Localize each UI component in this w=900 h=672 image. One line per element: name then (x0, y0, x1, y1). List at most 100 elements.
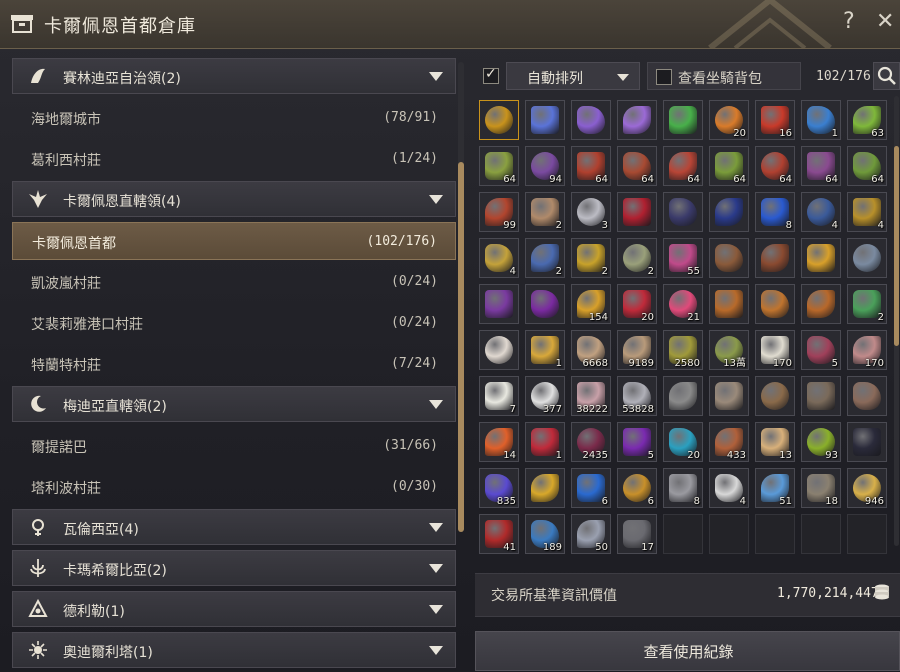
inventory-slot[interactable]: 1 (525, 330, 565, 370)
inventory-slot[interactable]: 94 (525, 146, 565, 186)
help-button[interactable]: ? (843, 9, 855, 34)
region-header[interactable]: 賽林迪亞自治領(2) (12, 58, 456, 94)
inventory-slot[interactable]: 16 (755, 100, 795, 140)
region-header[interactable]: 奧迪爾利塔(1) (12, 632, 456, 668)
inventory-slot[interactable]: 154 (571, 284, 611, 324)
inventory-slot[interactable]: 51 (755, 468, 795, 508)
inventory-slot[interactable]: 4 (479, 238, 519, 278)
town-item[interactable]: 爾提諾巴 (31/66) (12, 427, 456, 465)
inventory-slot[interactable] (801, 284, 841, 324)
region-header[interactable]: 梅迪亞直轄領(2) (12, 386, 456, 422)
usage-history-button[interactable]: 查看使用紀錄 (475, 631, 900, 671)
inventory-slot[interactable]: 2 (617, 238, 657, 278)
inventory-slot[interactable] (525, 468, 565, 508)
empty-slot[interactable] (847, 514, 887, 554)
chevron-down-icon[interactable] (429, 564, 443, 573)
inventory-slot[interactable]: 1 (525, 422, 565, 462)
inventory-slot[interactable] (571, 100, 611, 140)
inventory-slot[interactable]: 835 (479, 468, 519, 508)
town-item[interactable]: 特蘭特村莊 (7/24) (12, 345, 456, 383)
storage-scrollbar[interactable] (894, 96, 899, 546)
empty-slot[interactable] (663, 514, 703, 554)
inventory-slot[interactable] (709, 376, 749, 416)
mount-bag-checkbox[interactable] (656, 69, 672, 85)
inventory-slot[interactable]: 93 (801, 422, 841, 462)
auto-sort-dropdown[interactable]: 自動排列 (506, 62, 640, 90)
inventory-slot[interactable] (801, 376, 841, 416)
inventory-slot[interactable]: 20 (617, 284, 657, 324)
inventory-slot[interactable]: 64 (709, 146, 749, 186)
inventory-slot[interactable]: 99 (479, 192, 519, 232)
inventory-slot[interactable] (479, 284, 519, 324)
inventory-slot[interactable]: 2580 (663, 330, 703, 370)
inventory-slot[interactable]: 18 (801, 468, 841, 508)
inventory-slot[interactable]: 1 (801, 100, 841, 140)
inventory-slot[interactable]: 55 (663, 238, 703, 278)
chevron-down-icon[interactable] (429, 523, 443, 532)
inventory-slot[interactable] (755, 284, 795, 324)
inventory-slot[interactable]: 9189 (617, 330, 657, 370)
chevron-down-icon[interactable] (429, 72, 443, 81)
inventory-slot[interactable] (709, 284, 749, 324)
inventory-slot[interactable]: 8 (663, 468, 703, 508)
inventory-slot[interactable] (479, 330, 519, 370)
inventory-slot[interactable]: 20 (663, 422, 703, 462)
inventory-slot[interactable] (663, 192, 703, 232)
inventory-slot[interactable] (479, 100, 519, 140)
inventory-slot[interactable]: 4 (847, 192, 887, 232)
inventory-slot[interactable] (663, 100, 703, 140)
scrollbar-thumb[interactable] (894, 146, 899, 346)
region-header[interactable]: 卡爾佩恩直轄領(4) (12, 181, 456, 217)
inventory-slot[interactable]: 50 (571, 514, 611, 554)
inventory-slot[interactable] (755, 376, 795, 416)
inventory-slot[interactable]: 7 (479, 376, 519, 416)
chevron-down-icon[interactable] (429, 605, 443, 614)
empty-slot[interactable] (709, 514, 749, 554)
inventory-slot[interactable]: 64 (617, 146, 657, 186)
inventory-slot[interactable]: 64 (801, 146, 841, 186)
inventory-slot[interactable]: 946 (847, 468, 887, 508)
inventory-slot[interactable]: 2 (571, 238, 611, 278)
inventory-slot[interactable]: 5 (617, 422, 657, 462)
chevron-down-icon[interactable] (429, 195, 443, 204)
auto-sort-checkbox[interactable] (483, 66, 499, 84)
inventory-slot[interactable]: 63 (847, 100, 887, 140)
inventory-slot[interactable]: 64 (847, 146, 887, 186)
inventory-slot[interactable] (709, 238, 749, 278)
inventory-slot[interactable] (617, 100, 657, 140)
inventory-slot[interactable]: 3 (571, 192, 611, 232)
region-header[interactable]: 德利勒(1) (12, 591, 456, 627)
chevron-down-icon[interactable] (429, 646, 443, 655)
inventory-slot[interactable]: 64 (571, 146, 611, 186)
search-button[interactable] (873, 62, 900, 90)
chevron-down-icon[interactable] (429, 400, 443, 409)
inventory-slot[interactable]: 6 (617, 468, 657, 508)
inventory-slot[interactable]: 20 (709, 100, 749, 140)
inventory-slot[interactable]: 4 (709, 468, 749, 508)
mount-bag-toggle[interactable]: 查看坐騎背包 (647, 62, 801, 90)
inventory-slot[interactable]: 2 (525, 238, 565, 278)
close-button[interactable]: ✕ (876, 9, 894, 34)
inventory-slot[interactable]: 64 (755, 146, 795, 186)
inventory-slot[interactable] (755, 238, 795, 278)
town-item[interactable]: 塔利波村莊 (0/30) (12, 468, 456, 506)
inventory-slot[interactable]: 6 (571, 468, 611, 508)
inventory-slot[interactable] (709, 192, 749, 232)
inventory-slot[interactable] (847, 376, 887, 416)
inventory-slot[interactable] (617, 192, 657, 232)
inventory-slot[interactable]: 38222 (571, 376, 611, 416)
inventory-slot[interactable] (525, 284, 565, 324)
inventory-slot[interactable]: 41 (479, 514, 519, 554)
inventory-slot[interactable]: 64 (663, 146, 703, 186)
region-list-scrollbar[interactable] (458, 62, 464, 532)
town-item[interactable]: 卡爾佩恩首都 (102/176) (12, 222, 456, 260)
inventory-slot[interactable]: 2435 (571, 422, 611, 462)
town-item[interactable]: 凱波嵐村莊 (0/24) (12, 263, 456, 301)
inventory-slot[interactable]: 5 (801, 330, 841, 370)
town-item[interactable]: 海地爾城市 (78/91) (12, 99, 456, 137)
inventory-slot[interactable]: 170 (755, 330, 795, 370)
town-item[interactable]: 艾裴莉雅港口村莊 (0/24) (12, 304, 456, 342)
inventory-slot[interactable]: 53828 (617, 376, 657, 416)
inventory-slot[interactable] (847, 238, 887, 278)
region-header[interactable]: 卡瑪希爾比亞(2) (12, 550, 456, 586)
